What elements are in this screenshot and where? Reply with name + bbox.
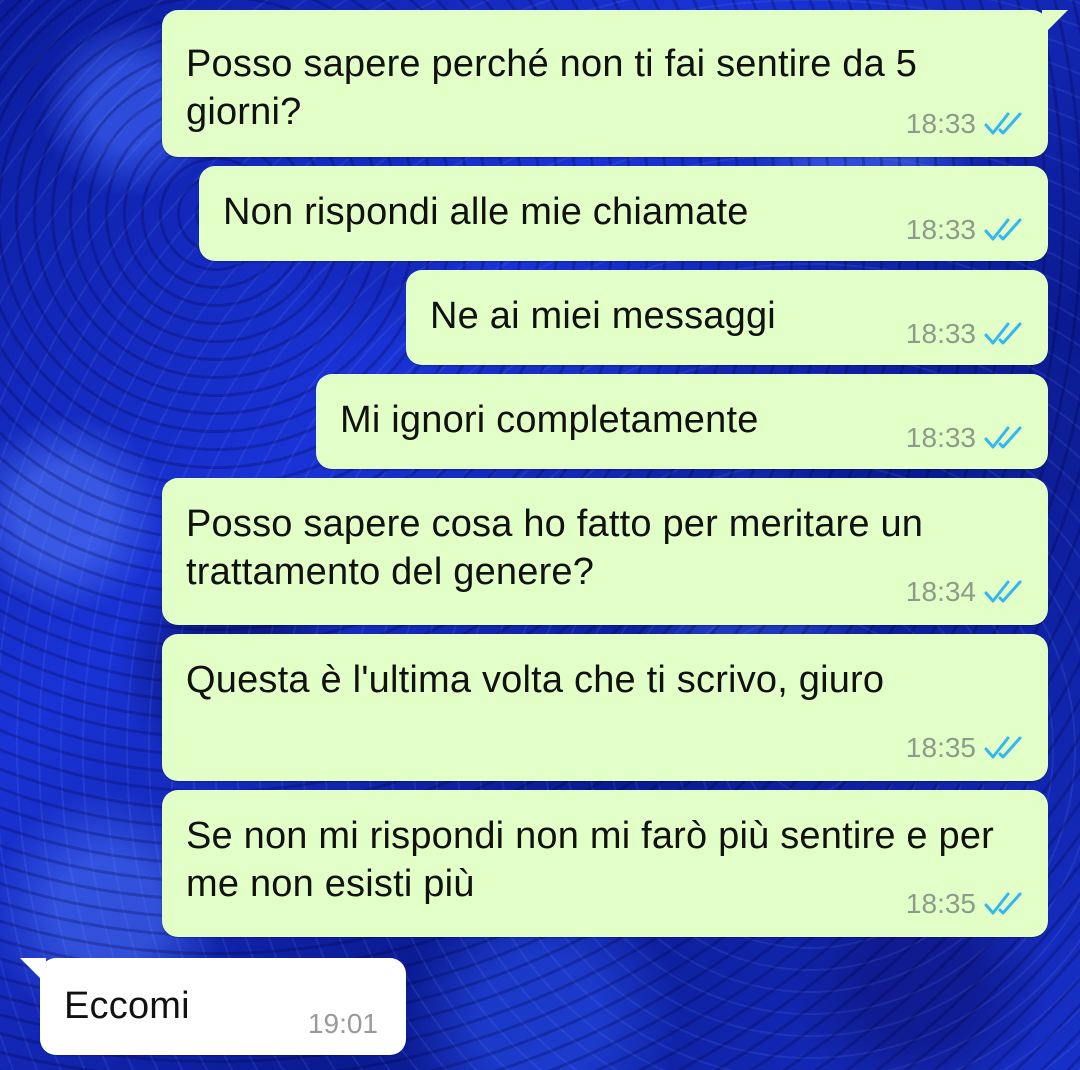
message-text: Non rispondi alle mie chiamate [223,191,749,233]
message-bubble-outgoing[interactable]: Posso sapere cosa ho fatto per meritare … [162,478,1048,625]
message-bubble-outgoing[interactable]: Mi ignori completamente 18:33 [316,374,1048,469]
message-text: Posso sapere perché non ti fai sentire d… [186,43,918,133]
message-time: 19:01 [307,1008,378,1039]
message-meta: 18:35 [906,733,1024,763]
message-time: 18:33 [905,108,976,139]
bubble-tail [1042,10,1068,36]
message-time: 18:33 [905,318,976,349]
double-check-icon [984,322,1022,345]
double-check-icon [984,736,1022,759]
message-bubble-incoming[interactable]: Eccomi 19:01 [20,958,406,1055]
message-meta: 18:33 [906,319,1024,349]
message-text: Posso sapere cosa ho fatto per meritare … [186,503,924,593]
message-meta: 18:34 [906,577,1024,607]
message-text: Se non mi rispondi non mi farò più senti… [186,815,995,905]
message-bubble-outgoing[interactable]: Ne ai miei messaggi 18:33 [406,270,1048,365]
message-meta: 19:01 [308,1009,378,1039]
message-bubble-outgoing[interactable]: Posso sapere perché non ti fai sentire d… [162,10,1068,157]
double-check-icon [984,426,1022,449]
message-bubble-outgoing[interactable]: Se non mi rispondi non mi farò più senti… [162,790,1048,937]
bubble-tail [20,958,46,984]
double-check-icon [984,112,1022,135]
message-time: 18:33 [905,422,976,453]
message-bubble-outgoing[interactable]: Questa è l'ultima volta che ti scrivo, g… [162,634,1048,781]
double-check-icon [984,580,1022,603]
message-meta: 18:35 [906,889,1024,919]
message-bubble-outgoing[interactable]: Non rispondi alle mie chiamate 18:33 [199,166,1048,261]
message-text: Questa è l'ultima volta che ti scrivo, g… [186,659,885,701]
double-check-icon [984,892,1022,915]
message-meta: 18:33 [906,215,1024,245]
message-time: 18:35 [905,888,976,919]
double-check-icon [984,218,1022,241]
message-time: 18:35 [905,732,976,763]
message-time: 18:33 [905,214,976,245]
chat-area[interactable]: Posso sapere perché non ti fai sentire d… [0,0,1080,1070]
message-meta: 18:33 [906,109,1024,139]
message-time: 18:34 [905,576,976,607]
message-meta: 18:33 [906,423,1024,453]
